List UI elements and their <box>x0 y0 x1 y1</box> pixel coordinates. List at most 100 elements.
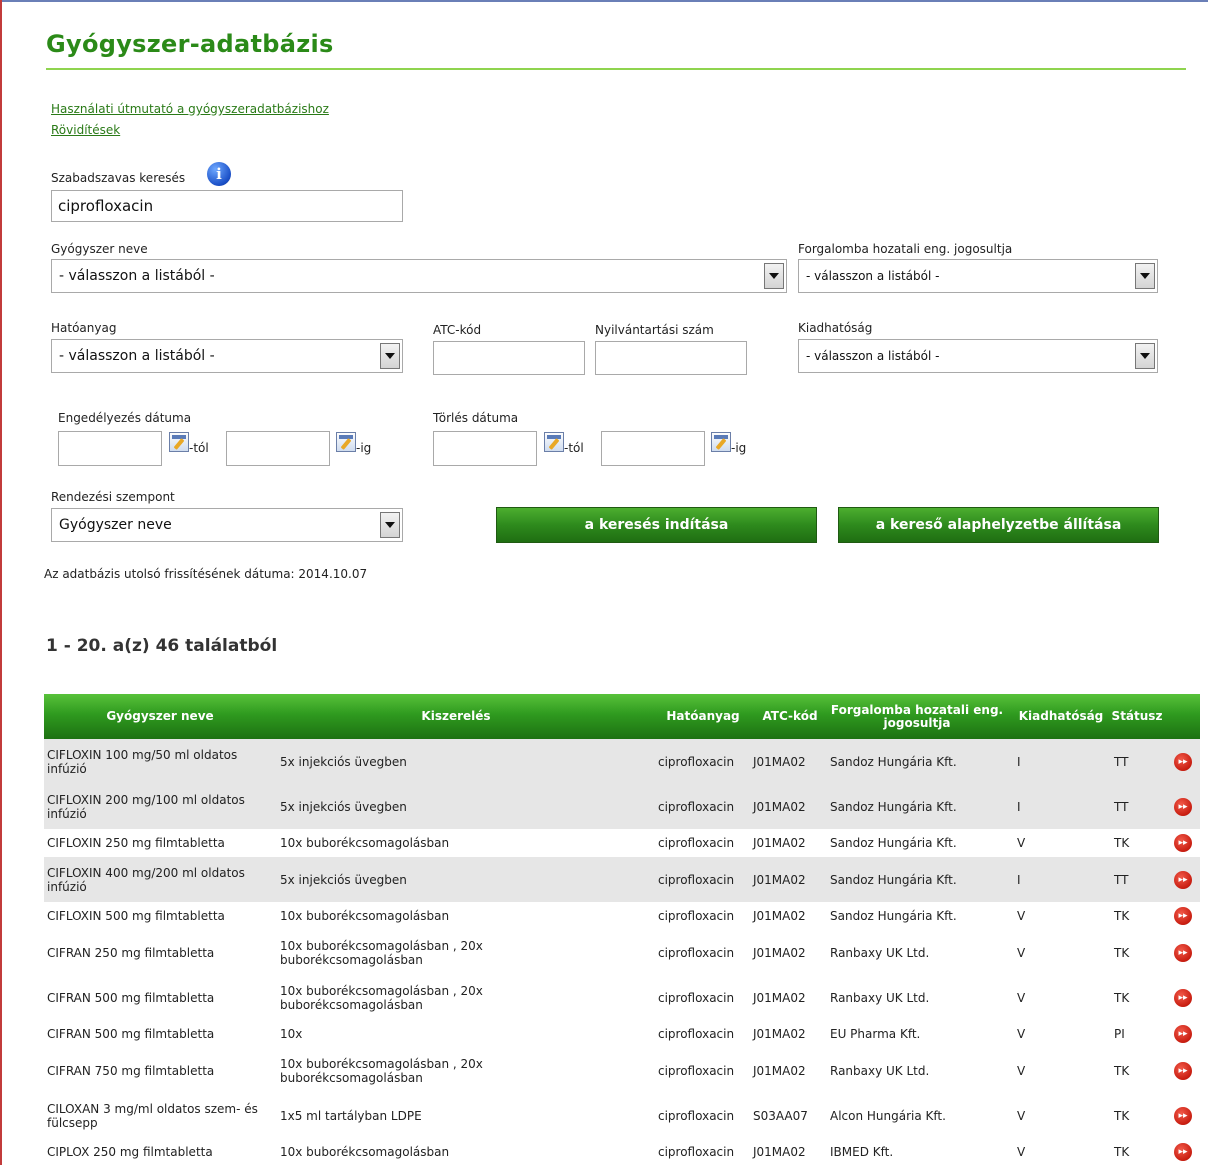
cell-drug-name[interactable]: CIFLOXIN 400 mg/200 ml oldatos infúzió <box>47 857 267 902</box>
calendar-icon[interactable] <box>544 432 564 452</box>
cell-dispense: V <box>1017 945 1026 960</box>
chevron-down-icon[interactable] <box>380 512 400 538</box>
column-header-atc[interactable]: ATC-kód <box>752 694 828 739</box>
reg-number-input[interactable] <box>595 341 747 375</box>
table-row[interactable]: CIFRAN 500 mg filmtabletta 10x buborékcso… <box>44 975 1200 1020</box>
sort-label: Rendezési szempont <box>51 490 175 504</box>
details-arrow-icon[interactable]: ▸▸ <box>1174 1143 1192 1161</box>
deletion-date-from-input[interactable] <box>433 431 537 466</box>
details-arrow-icon[interactable]: ▸▸ <box>1174 1025 1192 1043</box>
cell-drug-name[interactable]: CIFRAN 500 mg filmtabletta <box>47 1020 267 1048</box>
cell-status: TK <box>1114 1108 1130 1123</box>
cell-status: TK <box>1114 945 1130 960</box>
cell-drug-name[interactable]: CIFLOXIN 100 mg/50 ml oldatos infúzió <box>47 739 267 784</box>
results-count-heading: 1 - 20. a(z) 46 találatból <box>46 636 278 656</box>
table-row[interactable]: CIFRAN 750 mg filmtabletta 10x buborékcso… <box>44 1048 1200 1093</box>
cell-package: 5x injekciós üvegben <box>280 754 407 769</box>
cell-dispense: I <box>1017 872 1021 887</box>
table-row[interactable]: CIFLOXIN 400 mg/200 ml oldatos infúzió 5x… <box>44 857 1200 902</box>
table-row[interactable]: CIFLOXIN 200 mg/100 ml oldatos infúzió 5x… <box>44 784 1200 829</box>
cell-drug-name[interactable]: CIFLOXIN 250 mg filmtabletta <box>47 829 267 857</box>
table-row[interactable]: CIFLOXIN 100 mg/50 ml oldatos infúzió 5x … <box>44 739 1200 784</box>
table-row[interactable]: CIPLOX 250 mg filmtabletta 10x buborékcso… <box>44 1138 1200 1166</box>
cell-status: TK <box>1114 1145 1130 1159</box>
column-header-status[interactable]: Státusz <box>1107 694 1167 739</box>
cell-drug-name[interactable]: CIFLOXIN 500 mg filmtabletta <box>47 902 267 930</box>
cell-status: TT <box>1114 754 1129 769</box>
cell-dispense: V <box>1017 1108 1026 1123</box>
substance-select[interactable]: - válasszon a listából - <box>51 339 403 373</box>
dispense-select-value: - válasszon a listából - <box>806 349 940 363</box>
table-row[interactable]: CIFLOXIN 500 mg filmtabletta 10x buborékc… <box>44 902 1200 930</box>
drug-name-label: Gyógyszer neve <box>51 242 148 256</box>
table-row[interactable]: CILOXAN 3 mg/ml oldatos szem- és fülcsep… <box>44 1093 1200 1138</box>
table-header: Gyógyszer neve Kiszerelés Hatóanyag ATC-… <box>44 694 1200 739</box>
cell-drug-name[interactable]: CILOXAN 3 mg/ml oldatos szem- és fülcsep… <box>47 1093 267 1138</box>
details-arrow-icon[interactable]: ▸▸ <box>1174 1106 1192 1125</box>
cell-substance: ciprofloxacin <box>658 754 735 769</box>
from-suffix: -tól <box>564 441 584 455</box>
details-arrow-icon[interactable]: ▸▸ <box>1174 797 1192 816</box>
free-text-input[interactable]: ciprofloxacin <box>51 190 403 222</box>
approval-date-to-input[interactable] <box>226 431 330 466</box>
details-arrow-icon[interactable]: ▸▸ <box>1174 907 1192 925</box>
cell-dispense: V <box>1017 1063 1026 1078</box>
cell-package: 5x injekciós üvegben <box>280 872 407 887</box>
free-text-label: Szabadszavas keresés <box>51 171 186 185</box>
reset-button[interactable]: a kereső alaphelyzetbe állítása <box>838 507 1159 543</box>
abbreviations-link[interactable]: Rövidítések <box>51 123 120 137</box>
user-guide-link[interactable]: Használati útmutató a gyógyszeradatbázis… <box>51 102 329 116</box>
chevron-down-icon[interactable] <box>1135 343 1155 369</box>
cell-holder: IBMED Kft. <box>830 1145 894 1159</box>
chevron-down-icon[interactable] <box>764 263 784 289</box>
approval-date-from-input[interactable] <box>58 431 162 466</box>
details-arrow-icon[interactable]: ▸▸ <box>1174 943 1192 962</box>
calendar-icon[interactable] <box>169 432 189 452</box>
cell-drug-name[interactable]: CIFRAN 750 mg filmtabletta <box>47 1048 267 1093</box>
chevron-down-icon[interactable] <box>1135 263 1155 289</box>
cell-drug-name[interactable]: CIFLOXIN 200 mg/100 ml oldatos infúzió <box>47 784 267 829</box>
cell-atc: J01MA02 <box>753 799 806 814</box>
chevron-down-icon[interactable] <box>380 343 400 369</box>
column-header-package[interactable]: Kiszerelés <box>276 694 636 739</box>
cell-atc: J01MA02 <box>753 872 806 887</box>
column-header-dispense[interactable]: Kiadhatóság <box>1012 694 1110 739</box>
column-header-substance[interactable]: Hatóanyag <box>658 694 748 739</box>
column-header-drug-name[interactable]: Gyógyszer neve <box>44 694 276 739</box>
cell-substance: ciprofloxacin <box>658 1027 735 1041</box>
cell-dispense: I <box>1017 799 1021 814</box>
cell-status: TK <box>1114 836 1130 850</box>
details-arrow-icon[interactable]: ▸▸ <box>1174 870 1192 889</box>
deletion-date-to-input[interactable] <box>601 431 705 466</box>
holder-select[interactable]: - válasszon a listából - <box>798 259 1158 293</box>
cell-substance: ciprofloxacin <box>658 909 735 923</box>
details-arrow-icon[interactable]: ▸▸ <box>1174 752 1192 771</box>
table-row[interactable]: CIFRAN 500 mg filmtabletta 10x ciprofloxac… <box>44 1020 1200 1048</box>
info-icon[interactable]: i <box>207 162 231 186</box>
calendar-icon[interactable] <box>336 432 356 452</box>
details-arrow-icon[interactable]: ▸▸ <box>1174 988 1192 1007</box>
details-arrow-icon[interactable]: ▸▸ <box>1174 834 1192 852</box>
drug-name-select[interactable]: - válasszon a listából - <box>51 259 787 293</box>
cell-substance: ciprofloxacin <box>658 1063 735 1078</box>
cell-drug-name[interactable]: CIPLOX 250 mg filmtabletta <box>47 1138 267 1166</box>
atc-input[interactable] <box>433 341 585 375</box>
cell-substance: ciprofloxacin <box>658 1145 735 1159</box>
calendar-icon[interactable] <box>711 432 731 452</box>
window-top-border <box>0 0 1208 2</box>
cell-substance: ciprofloxacin <box>658 836 735 850</box>
cell-holder: EU Pharma Kft. <box>830 1027 921 1041</box>
cell-holder: Ranbaxy UK Ltd. <box>830 990 930 1005</box>
results-table: Gyógyszer neve Kiszerelés Hatóanyag ATC-… <box>44 694 1200 1166</box>
column-header-holder[interactable]: Forgalomba hozatali eng. jogosultja <box>829 694 1005 739</box>
search-button[interactable]: a keresés indítása <box>496 507 817 543</box>
table-row[interactable]: CIFLOXIN 250 mg filmtabletta 10x buborékc… <box>44 829 1200 857</box>
cell-drug-name[interactable]: CIFRAN 250 mg filmtabletta <box>47 930 267 975</box>
table-row[interactable]: CIFRAN 250 mg filmtabletta 10x buborékcso… <box>44 930 1200 975</box>
details-arrow-icon[interactable]: ▸▸ <box>1174 1061 1192 1080</box>
cell-drug-name[interactable]: CIFRAN 500 mg filmtabletta <box>47 975 267 1020</box>
sort-select[interactable]: Gyógyszer neve <box>51 508 403 542</box>
cell-package: 10x buborékcsomagolásban <box>280 909 450 923</box>
cell-substance: ciprofloxacin <box>658 990 735 1005</box>
dispense-select[interactable]: - válasszon a listából - <box>798 339 1158 373</box>
